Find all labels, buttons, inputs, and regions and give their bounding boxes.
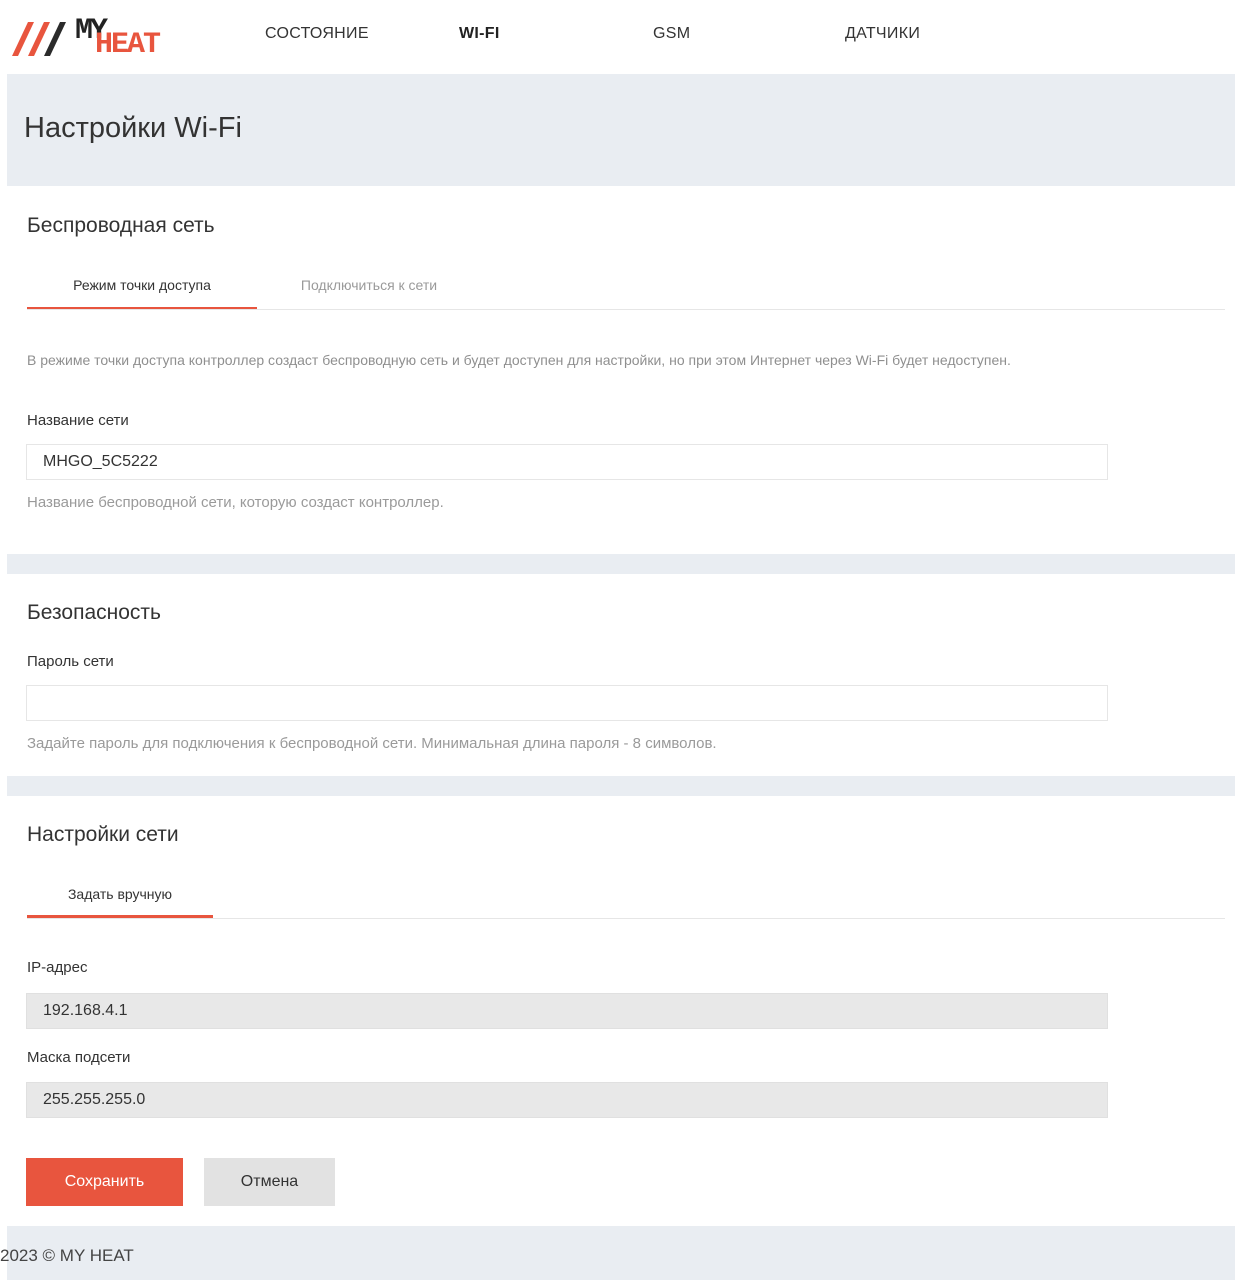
page-title: Настройки Wi-Fi [24, 112, 242, 144]
tab-set-manually[interactable]: Задать вручную [27, 886, 213, 902]
ssid-input[interactable] [26, 444, 1108, 480]
network-section-title: Настройки сети [27, 823, 179, 846]
section-divider [7, 776, 1235, 796]
nav-wifi[interactable]: WI-FI [459, 25, 500, 43]
footer: 2023 © MY HEAT [0, 1226, 1235, 1280]
nav-status[interactable]: СОСТОЯНИЕ [265, 25, 369, 43]
nav-gsm[interactable]: GSM [653, 25, 690, 43]
nav-sensors[interactable]: ДАТЧИКИ [845, 25, 920, 43]
cancel-button[interactable]: Отмена [204, 1158, 335, 1206]
title-bar: Настройки Wi-Fi [7, 74, 1235, 186]
subnet-mask-label: Маска подсети [27, 1049, 131, 1066]
footer-copyright: 2023 © MY HEAT [0, 1246, 134, 1265]
access-point-description: В режиме точки доступа контроллер создас… [27, 352, 1011, 368]
tab-connect-to-network[interactable]: Подключиться к сети [269, 277, 469, 293]
wireless-section-title: Беспроводная сеть [27, 214, 215, 237]
ssid-label: Название сети [27, 412, 129, 429]
tab-access-point-mode[interactable]: Режим точки доступа [27, 277, 257, 293]
tabs-divider [27, 309, 1225, 310]
flame-stripes-icon [12, 22, 66, 56]
subnet-mask-input[interactable] [26, 1082, 1108, 1118]
password-hint: Задайте пароль для подключения к беспров… [27, 735, 717, 752]
security-section-title: Безопасность [27, 601, 161, 624]
logo-heat-text: HEAT [95, 28, 161, 62]
ip-address-input[interactable] [26, 993, 1108, 1029]
password-label: Пароль сети [27, 653, 114, 670]
ssid-hint: Название беспроводной сети, которую созд… [27, 494, 444, 511]
save-button[interactable]: Сохранить [26, 1158, 183, 1206]
tabs-divider [27, 918, 1225, 919]
top-header: MY HEAT СОСТОЯНИЕ WI-FI GSM ДАТЧИКИ [7, 0, 1235, 74]
section-divider [7, 554, 1235, 574]
myheat-logo[interactable]: MY HEAT [10, 12, 170, 60]
password-input[interactable] [26, 685, 1108, 721]
ip-address-label: IP-адрес [27, 959, 88, 976]
page: MY HEAT СОСТОЯНИЕ WI-FI GSM ДАТЧИКИ Наст… [0, 0, 1235, 1280]
